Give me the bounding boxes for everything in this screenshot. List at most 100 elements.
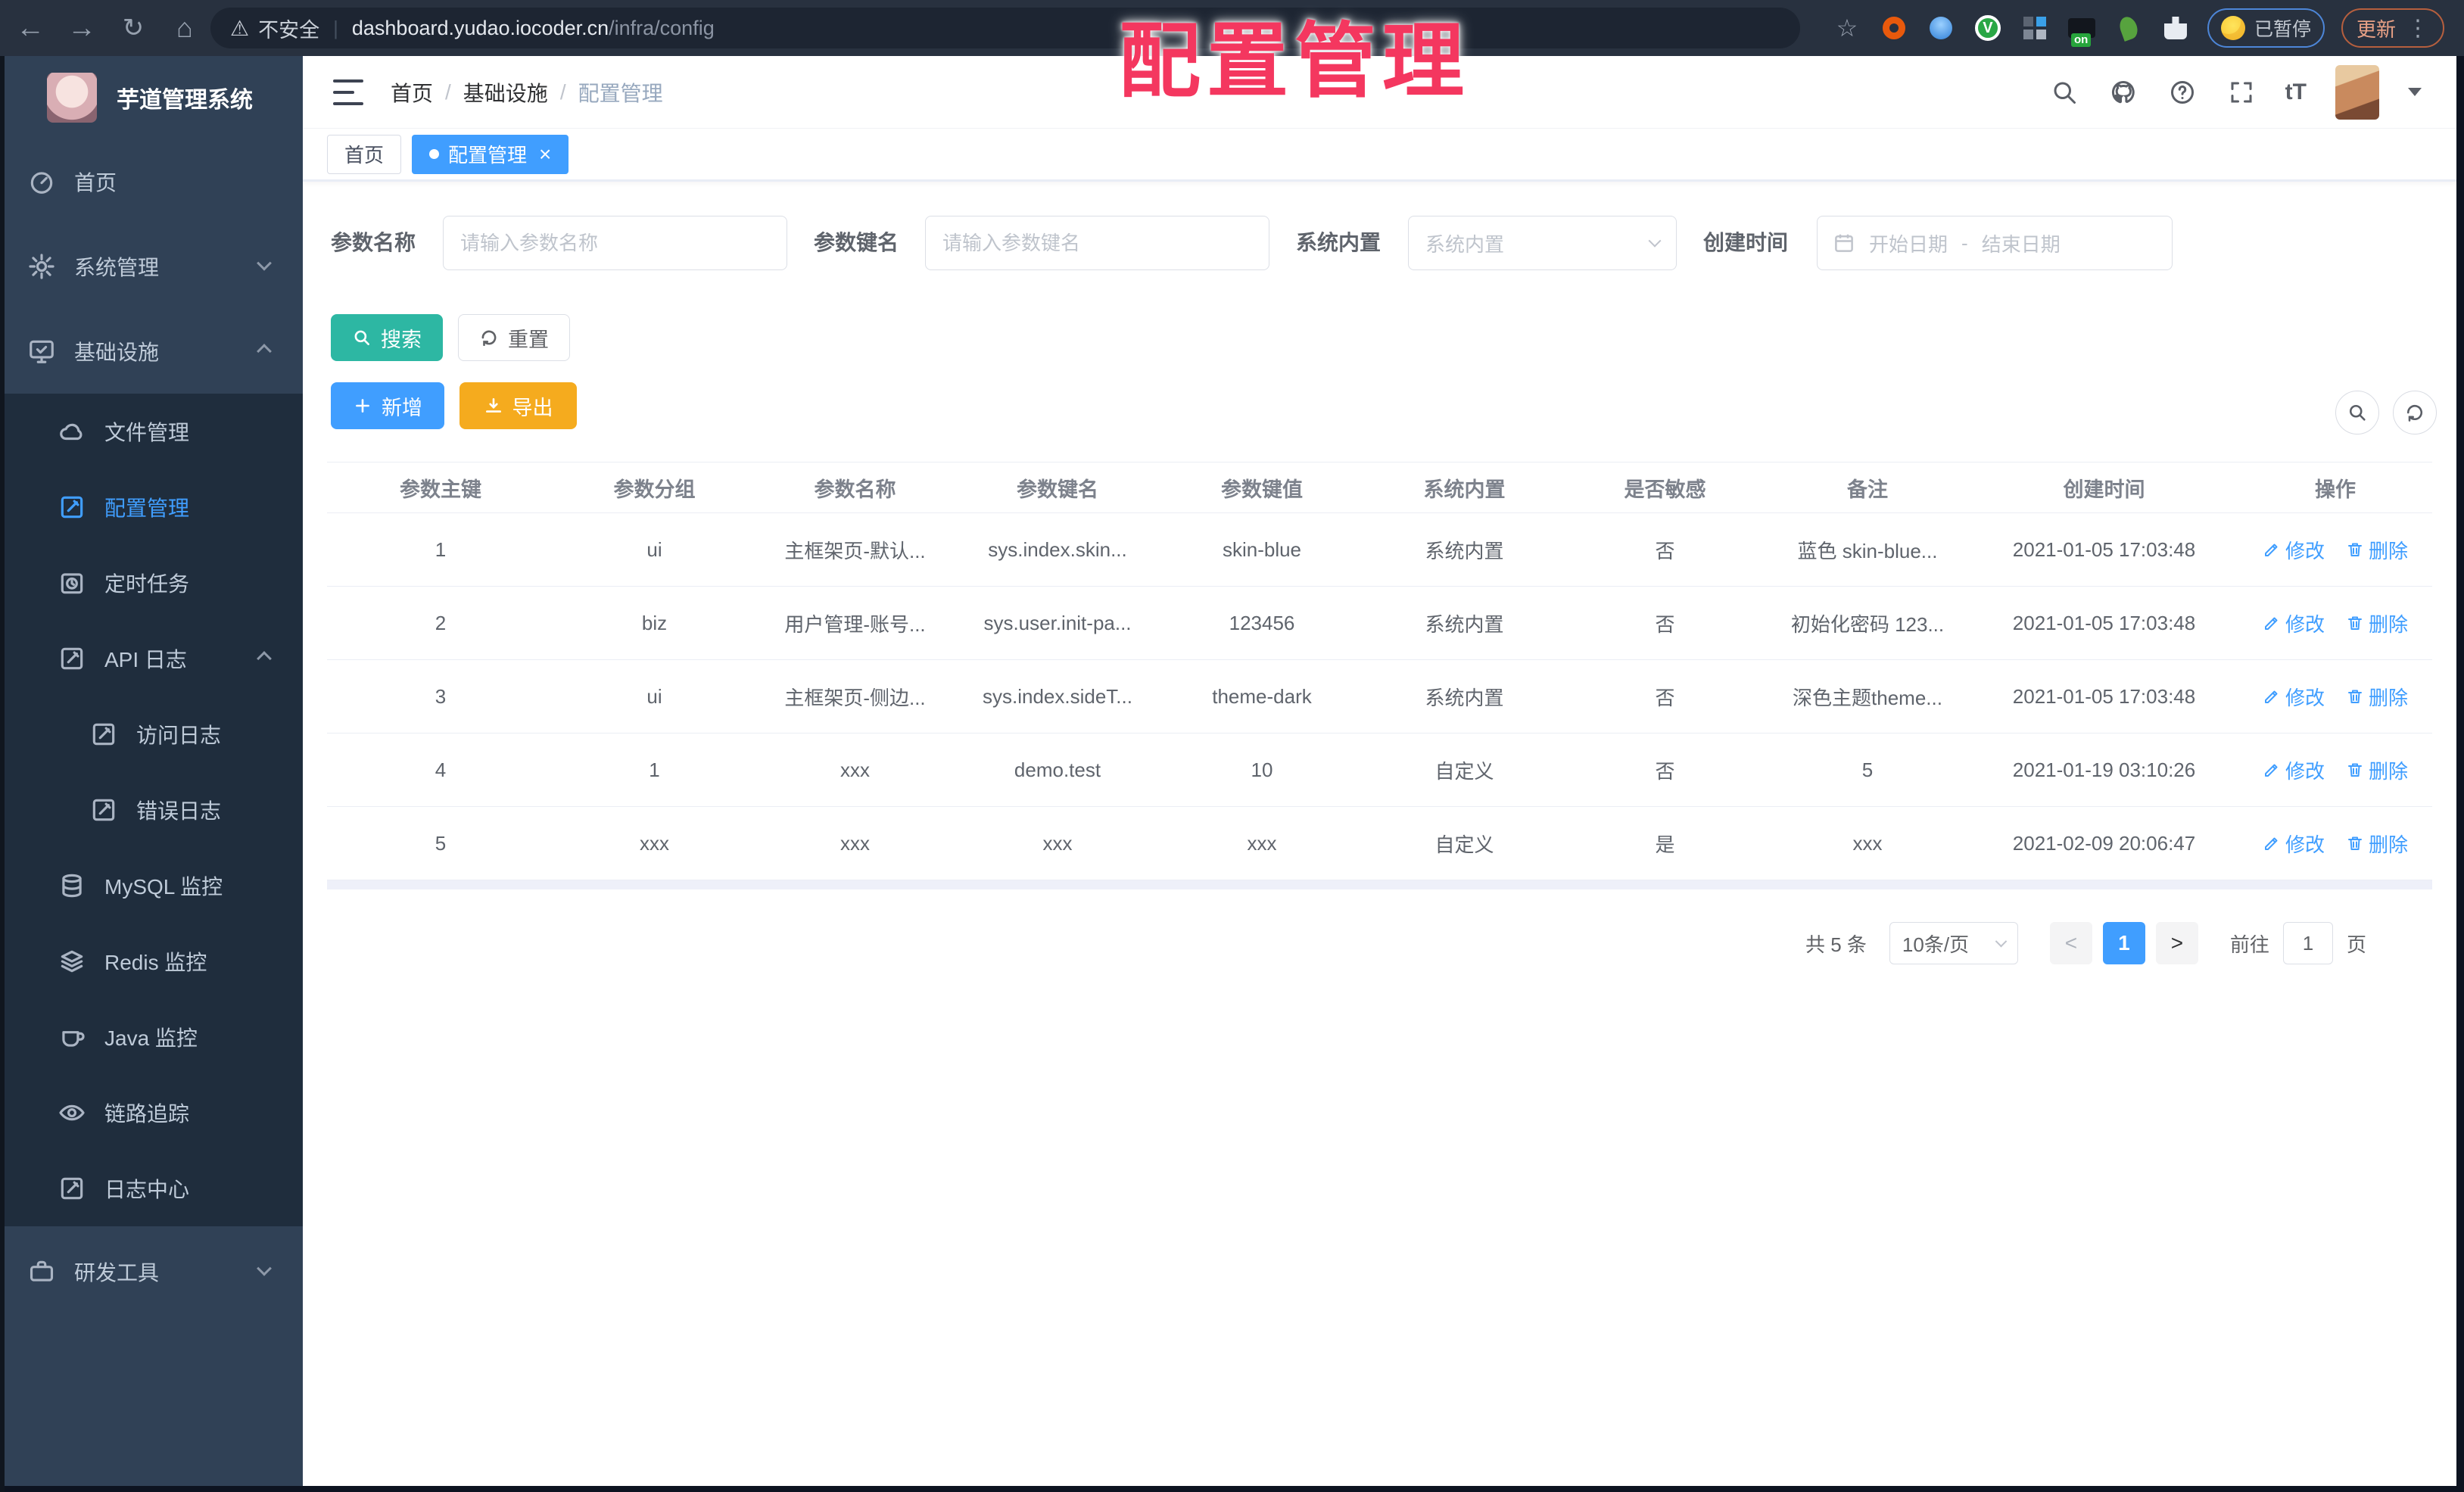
breadcrumb-infra[interactable]: 基础设施 (463, 77, 548, 107)
scrollbar-track[interactable] (2456, 56, 2464, 1492)
browser-menu-icon[interactable]: ⋮ (2406, 15, 2429, 42)
sidebar-item-log-center[interactable]: 日志中心 (0, 1151, 303, 1226)
chevron-down-icon (257, 1260, 272, 1276)
extension-on-icon[interactable]: on (2067, 13, 2097, 47)
home-icon[interactable]: ⌂ (162, 0, 207, 56)
table-cell: 2021-01-19 03:10:26 (2012, 758, 2196, 781)
sidebar-item-java-monitor[interactable]: Java 监控 (0, 999, 303, 1075)
delete-link[interactable]: 删除 (2346, 756, 2408, 784)
table-cell: 主框架页-侧边... (784, 686, 926, 709)
tag-config-manage[interactable]: 配置管理 × (412, 134, 569, 174)
sidebar-item-config-manage[interactable]: 配置管理 (0, 469, 303, 545)
sidebar-item-system[interactable]: 系统管理 (0, 224, 303, 309)
create-time-range-picker[interactable]: 开始日期 - 结束日期 (1817, 216, 2173, 270)
back-icon[interactable]: ← (8, 0, 53, 56)
table-header-cell: 备注 (1847, 478, 1888, 501)
export-button[interactable]: 导出 (459, 382, 577, 429)
sidebar-item-label: 错误日志 (136, 799, 222, 823)
reset-button[interactable]: 重置 (458, 314, 570, 361)
sidebar: 芋道管理系统 首页 系统管理 基础设施 文件管理 配置管理 定时任务 API 日… (0, 56, 303, 1492)
table-cell: sys.index.skin... (988, 537, 1127, 561)
eye-icon (58, 1098, 86, 1127)
github-icon[interactable] (2108, 77, 2138, 107)
edit-link[interactable]: 修改 (2263, 609, 2325, 637)
sidebar-item-file-manage[interactable]: 文件管理 (0, 394, 303, 469)
fullscreen-icon[interactable] (2226, 77, 2257, 107)
param-name-input[interactable] (443, 216, 787, 270)
sidebar-item-access-log[interactable]: 访问日志 (0, 696, 303, 772)
font-size-icon[interactable]: tT (2285, 79, 2307, 105)
next-page-button[interactable]: > (2155, 922, 2198, 964)
tag-home[interactable]: 首页 (327, 134, 402, 174)
monitor-icon (27, 337, 56, 366)
search-icon[interactable] (2049, 77, 2079, 107)
table-cell: 自定义 (1434, 759, 1494, 783)
extension-grid-icon[interactable] (2020, 13, 2050, 43)
app-title: 芋道管理系统 (117, 88, 253, 113)
sidebar-item-api-log[interactable]: API 日志 (0, 621, 303, 696)
toggle-search-button[interactable] (2335, 391, 2379, 435)
calendar-icon (1833, 232, 1855, 254)
profile-paused-badge[interactable]: 已暂停 (2207, 8, 2325, 48)
extensions-puzzle-icon[interactable] (2160, 13, 2191, 43)
browser-update-button[interactable]: 更新 ⋮ (2341, 8, 2444, 48)
refresh-button[interactable] (2393, 391, 2437, 435)
sidebar-item-mysql-monitor[interactable]: MySQL 监控 (0, 848, 303, 924)
table-cell: 10 (1251, 758, 1273, 781)
search-button[interactable]: 搜索 (331, 314, 443, 361)
prev-page-button[interactable]: < (2049, 922, 2092, 964)
security-label: 不安全 (258, 18, 320, 42)
sidebar-item-redis-monitor[interactable]: Redis 监控 (0, 924, 303, 999)
edit-link[interactable]: 修改 (2263, 830, 2325, 858)
url-path: /infra/config (609, 16, 715, 39)
start-date-placeholder: 开始日期 (1869, 232, 1948, 256)
address-bar[interactable]: ⚠ 不安全 | dashboard.yudao.iocoder.cn/infra… (210, 8, 1800, 48)
date-separator: - (1961, 231, 1968, 254)
user-avatar[interactable] (2335, 64, 2379, 120)
delete-link[interactable]: 删除 (2346, 830, 2408, 858)
table-cell: 否 (1655, 612, 1675, 636)
sidebar-item-dev-tools[interactable]: 研发工具 (0, 1226, 303, 1317)
extension-sprout-icon[interactable] (2114, 13, 2144, 43)
config-table: 参数主键 参数分组 参数名称 参数键名 参数键值 系统内置 是否敏感 备注 创建… (327, 462, 2432, 889)
help-icon[interactable] (2167, 77, 2198, 107)
delete-link[interactable]: 删除 (2346, 536, 2408, 564)
goto-page-input[interactable] (2282, 922, 2333, 964)
edit-link[interactable]: 修改 (2263, 683, 2325, 711)
forward-icon[interactable]: → (59, 0, 104, 56)
sidebar-item-tracing[interactable]: 链路追踪 (0, 1075, 303, 1151)
pagination: 共 5 条 10条/页 < 1 > 前往 页 (1805, 922, 2366, 964)
sidebar-item-error-log[interactable]: 错误日志 (0, 772, 303, 848)
table-cell: 2021-02-09 20:06:47 (2012, 831, 2196, 855)
sidebar-item-scheduled-jobs[interactable]: 定时任务 (0, 545, 303, 621)
page-number-button[interactable]: 1 (2102, 922, 2145, 964)
extension-green-icon[interactable]: V (1973, 13, 2003, 43)
sidebar-item-infra[interactable]: 基础设施 (0, 309, 303, 394)
app-logo-row[interactable]: 芋道管理系统 (0, 56, 303, 139)
cloud-icon (58, 417, 86, 446)
user-menu-caret-icon[interactable] (2408, 88, 2422, 96)
reload-icon[interactable]: ↻ (111, 0, 156, 56)
param-key-input[interactable] (925, 216, 1269, 270)
collapse-menu-icon[interactable] (333, 79, 363, 105)
builtin-type-select[interactable]: 系统内置 (1408, 216, 1677, 270)
sidebar-item-home[interactable]: 首页 (0, 139, 303, 224)
search-button-label: 搜索 (381, 328, 422, 351)
goto-label: 前往 (2229, 933, 2269, 956)
edit-link[interactable]: 修改 (2263, 756, 2325, 784)
delete-link[interactable]: 删除 (2346, 683, 2408, 711)
extension-orange-icon[interactable] (1879, 13, 1909, 43)
close-tag-icon[interactable]: × (539, 143, 551, 165)
table-cell: 否 (1655, 686, 1675, 709)
bookmark-star-icon[interactable]: ☆ (1832, 13, 1862, 43)
breadcrumb-home[interactable]: 首页 (391, 77, 433, 107)
table-actions-cell: 修改 删除 (2238, 609, 2432, 637)
table-row: 3 ui 主框架页-侧边... sys.index.sideT... theme-dar… (327, 660, 2432, 734)
extension-pin-icon[interactable] (1926, 13, 1956, 43)
table-cell: sys.user.init-pa... (983, 611, 1132, 634)
delete-link[interactable]: 删除 (2346, 609, 2408, 637)
page-size-select[interactable]: 10条/页 (1889, 922, 2018, 964)
edit-link[interactable]: 修改 (2263, 536, 2325, 564)
table-cell: 否 (1655, 539, 1675, 562)
create-button[interactable]: 新增 (331, 382, 444, 429)
